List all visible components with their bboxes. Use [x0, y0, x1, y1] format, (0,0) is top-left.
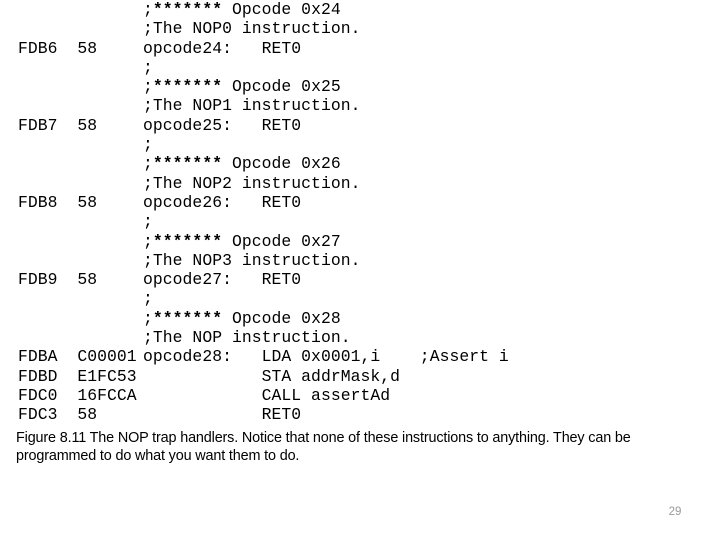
slide-canvas: { "listing": { "lines": [ { "addr": "", … [0, 0, 720, 540]
code-address: FDC3 58 [18, 405, 98, 425]
code-source: ;The NOP0 instruction. [143, 19, 361, 39]
code-line: FDB9 58 opcode27: RET0 [0, 270, 720, 289]
page-number: 29 [668, 506, 682, 518]
code-line: FDC3 58 RET0 [0, 405, 720, 424]
code-address: FDB7 58 [18, 115, 98, 135]
code-address: FDB9 58 [18, 270, 98, 290]
code-address: FDB6 58 [18, 38, 98, 58]
figure-caption-line-1: Figure 8.11 The NOP trap handlers. Notic… [16, 430, 631, 446]
code-line: ;The NOP3 instruction. [0, 251, 720, 270]
code-source: ;******* Opcode 0x24 [143, 0, 341, 19]
code-source: ; [143, 57, 153, 77]
code-line: ; [0, 289, 720, 308]
code-source: ;******* Opcode 0x28 [143, 308, 341, 328]
code-source: ;******* Opcode 0x26 [143, 154, 341, 174]
figure-caption-line-2: programmed to do what you want them to d… [16, 448, 300, 465]
code-line: ;The NOP instruction. [0, 328, 720, 347]
code-source: ;The NOP instruction. [143, 328, 351, 348]
code-source: opcode27: RET0 [143, 270, 302, 290]
code-source: opcode24: RET0 [143, 38, 302, 58]
code-line: FDC0 16FCCA CALL assertAd [0, 386, 720, 405]
code-source: opcode25: RET0 [143, 115, 302, 135]
code-source: ; [143, 289, 153, 309]
code-line: ;The NOP2 instruction. [0, 174, 720, 193]
code-address: FDB8 58 [18, 192, 98, 212]
code-source: STA addrMask,d [143, 366, 401, 386]
code-line: FDB8 58 opcode26: RET0 [0, 193, 720, 212]
code-source: opcode28: LDA 0x0001,i ;Assert i [143, 347, 509, 367]
code-line: FDBA C00001 opcode28: LDA 0x0001,i ;Asser… [0, 347, 720, 366]
code-line: ; [0, 58, 720, 77]
code-source: ;The NOP2 instruction. [143, 173, 361, 193]
code-line: FDBD E1FC53 STA addrMask,d [0, 367, 720, 386]
code-line: ; [0, 135, 720, 154]
code-source: opcode26: RET0 [143, 192, 302, 212]
code-address: FDC0 16FCCA [18, 385, 137, 405]
code-source: ;******* Opcode 0x25 [143, 77, 341, 97]
code-line: ; [0, 212, 720, 231]
code-source: ; [143, 135, 153, 155]
code-line: ;The NOP0 instruction. [0, 19, 720, 38]
assembly-listing: ;******* Opcode 0x24 ;The NOP0 instructio… [0, 0, 720, 425]
code-line: FDB7 58 opcode25: RET0 [0, 116, 720, 135]
code-source: ; [143, 212, 153, 232]
code-source: RET0 [143, 405, 302, 425]
code-address: FDBD E1FC53 [18, 366, 137, 386]
code-address: FDBA C00001 [18, 347, 137, 367]
code-line: ;The NOP1 instruction. [0, 96, 720, 115]
code-source: ;The NOP1 instruction. [143, 96, 361, 116]
code-line: ;******* Opcode 0x24 [0, 0, 720, 19]
code-line: ;******* Opcode 0x27 [0, 232, 720, 251]
code-source: ;The NOP3 instruction. [143, 250, 361, 270]
code-source: CALL assertAd [143, 385, 391, 405]
code-line: FDB6 58 opcode24: RET0 [0, 39, 720, 58]
code-line: ;******* Opcode 0x25 [0, 77, 720, 96]
code-line: ;******* Opcode 0x28 [0, 309, 720, 328]
code-line: ;******* Opcode 0x26 [0, 154, 720, 173]
code-source: ;******* Opcode 0x27 [143, 231, 341, 251]
figure-caption: Figure 8.11 The NOP trap handlers. Notic… [16, 429, 692, 465]
